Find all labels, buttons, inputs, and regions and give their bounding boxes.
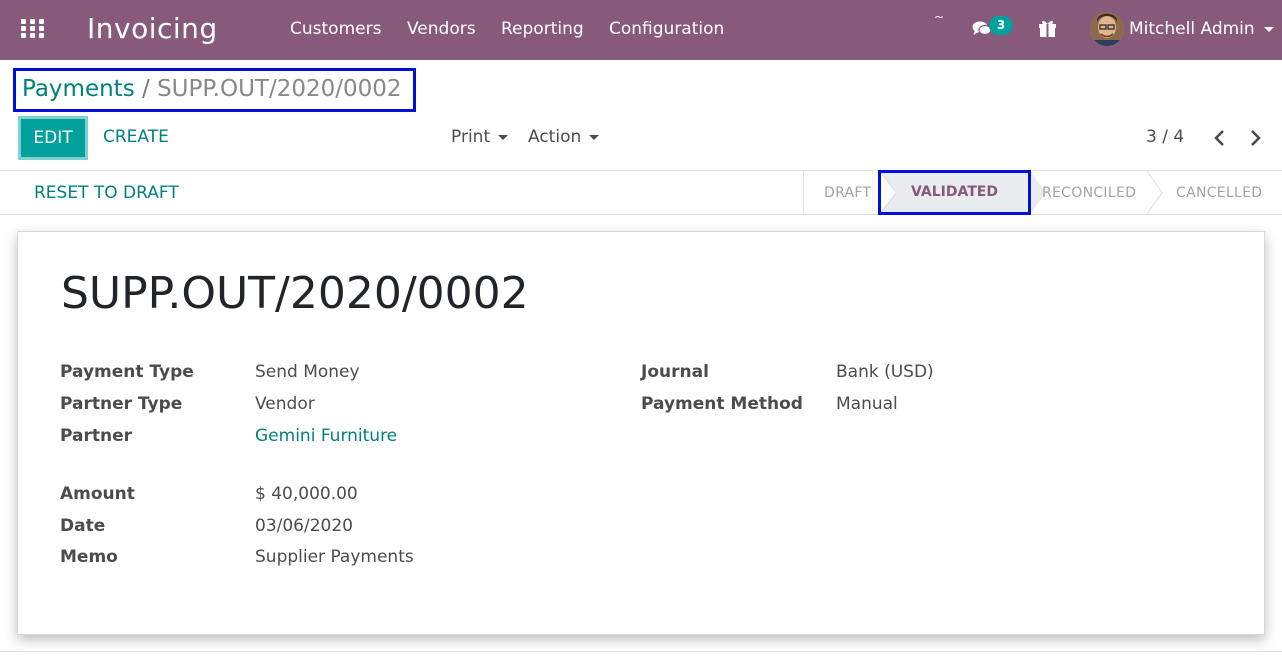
gift-icon[interactable]	[1038, 19, 1057, 38]
chevron-right-icon[interactable]	[1247, 128, 1263, 148]
memo-value: Supplier Payments	[255, 547, 414, 567]
breadcrumb-separator: /	[142, 76, 150, 102]
menu-vendors[interactable]: Vendors	[407, 19, 476, 39]
breadcrumb-current: SUPP.OUT/2020/0002	[157, 76, 402, 102]
partner-label: Partner	[60, 426, 133, 446]
action-label: Action	[528, 127, 582, 147]
payment-type-label: Payment Type	[60, 362, 194, 382]
print-dropdown[interactable]: Print	[451, 127, 509, 147]
chevron-down-icon	[498, 134, 509, 140]
edit-button[interactable]: EDIT	[18, 116, 88, 160]
amount-label: Amount	[60, 484, 135, 504]
messages-count-badge[interactable]: 3	[989, 16, 1013, 35]
form-sheet: SUPP.OUT/2020/0002 Payment Type Send Mon…	[17, 231, 1265, 635]
top-navbar: Invoicing Customers Vendors Reporting Co…	[0, 0, 1282, 60]
record-title: SUPP.OUT/2020/0002	[61, 268, 529, 319]
footer-divider	[0, 651, 1282, 652]
chevron-down-icon	[589, 134, 600, 140]
menu-customers[interactable]: Customers	[290, 19, 381, 39]
breadcrumb-payments-link[interactable]: Payments	[22, 76, 135, 102]
reset-to-draft-button[interactable]: RESET TO DRAFT	[34, 183, 179, 203]
date-label: Date	[60, 516, 106, 536]
user-name[interactable]: Mitchell Admin	[1129, 19, 1255, 39]
menu-configuration[interactable]: Configuration	[609, 19, 724, 39]
statusbar-divider	[803, 171, 804, 214]
stage-reconciled[interactable]: RECONCILED	[1042, 185, 1136, 201]
stage-draft[interactable]: DRAFT	[824, 185, 871, 201]
statusbar: RESET TO DRAFT DRAFT VALIDATED RECONCILE…	[0, 170, 1282, 215]
menu-reporting[interactable]: Reporting	[501, 19, 584, 39]
payment-type-value: Send Money	[255, 362, 360, 382]
date-value: 03/06/2020	[255, 516, 353, 536]
chevron-left-icon[interactable]	[1212, 128, 1228, 148]
partner-type-label: Partner Type	[60, 394, 183, 414]
payment-method-label: Payment Method	[641, 394, 803, 414]
apps-grid-icon[interactable]	[21, 19, 44, 39]
user-avatar[interactable]	[1090, 12, 1124, 46]
memo-label: Memo	[60, 547, 118, 567]
app-title: Invoicing	[87, 12, 218, 45]
stage-validated[interactable]: VALIDATED	[878, 170, 1031, 215]
breadcrumb: Payments / SUPP.OUT/2020/0002	[13, 68, 416, 112]
journal-label: Journal	[641, 362, 709, 382]
tilde-mark: ~	[934, 10, 945, 24]
stage-cancelled[interactable]: CANCELLED	[1176, 185, 1262, 201]
partner-type-value: Vendor	[255, 394, 315, 414]
print-label: Print	[451, 127, 491, 147]
payment-method-value: Manual	[836, 394, 898, 414]
partner-link[interactable]: Gemini Furniture	[255, 426, 397, 446]
journal-value: Bank (USD)	[836, 362, 934, 382]
create-button[interactable]: CREATE	[103, 127, 169, 147]
action-dropdown[interactable]: Action	[528, 127, 600, 147]
amount-value: $ 40,000.00	[255, 484, 358, 504]
stage-arrow-separator	[1147, 171, 1163, 214]
chevron-down-icon[interactable]	[1264, 27, 1274, 32]
pager-value[interactable]: 3 / 4	[1146, 127, 1184, 147]
